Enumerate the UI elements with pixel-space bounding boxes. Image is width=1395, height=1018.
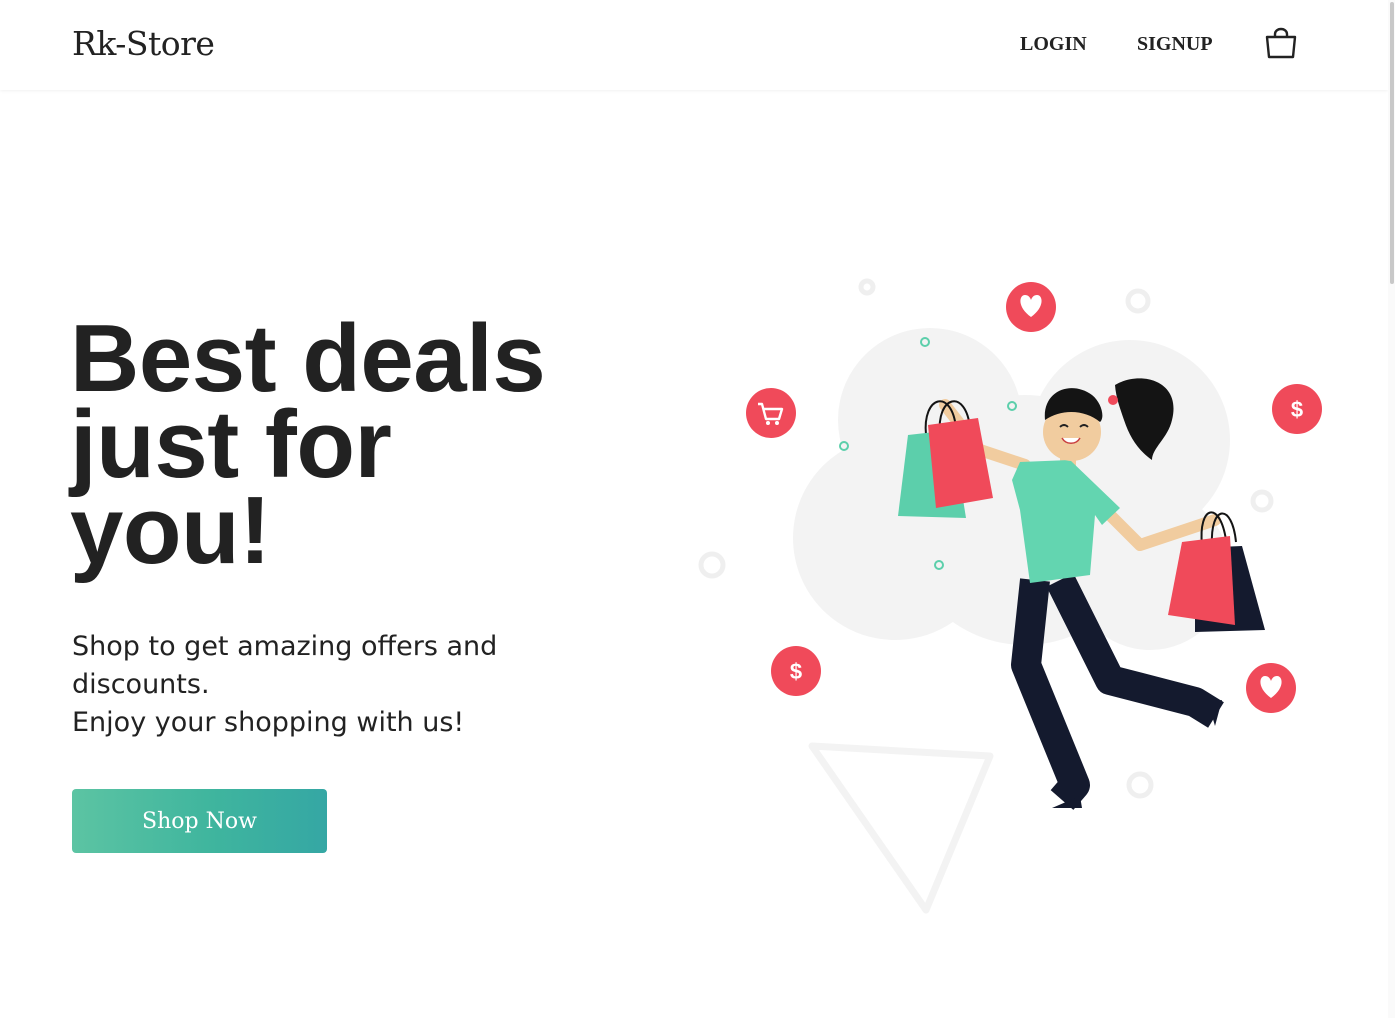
page-scrollbar[interactable] [1388,0,1395,1018]
shopping-woman-illustration: $ $ [698,278,1322,914]
navbar: Rk-Store LOGIN SIGNUP [0,0,1388,90]
scrollbar-thumb[interactable] [1390,2,1394,284]
hero-subtitle: Shop to get amazing offers and discounts… [72,628,552,742]
dollar-icon: $ [1272,384,1322,434]
hero-title: Best deals just for you! [70,305,630,584]
cart-button[interactable] [1264,26,1298,60]
brand-logo[interactable]: Rk-Store [72,24,215,63]
signup-link[interactable]: SIGNUP [1137,33,1213,56]
background-cloud [793,328,1230,650]
heart-icon [1006,282,1056,332]
shopping-bag-icon [1265,27,1297,59]
shop-now-button[interactable]: Shop Now [72,789,327,853]
decorative-triangle [808,742,994,914]
hero-title-line: you! [70,477,271,584]
hero-subtitle-line: Shop to get amazing offers and discounts… [72,631,498,700]
heart-icon [1246,663,1296,713]
login-link[interactable]: LOGIN [1020,33,1087,56]
hero-title-line: just for [70,391,392,498]
dollar-sign: $ [1291,397,1303,422]
dollar-sign: $ [790,659,802,684]
dollar-icon: $ [771,646,821,696]
hero-subtitle-line: Enjoy your shopping with us! [72,707,465,738]
hero-title-line: Best deals [70,305,546,412]
cart-icon [746,388,796,438]
